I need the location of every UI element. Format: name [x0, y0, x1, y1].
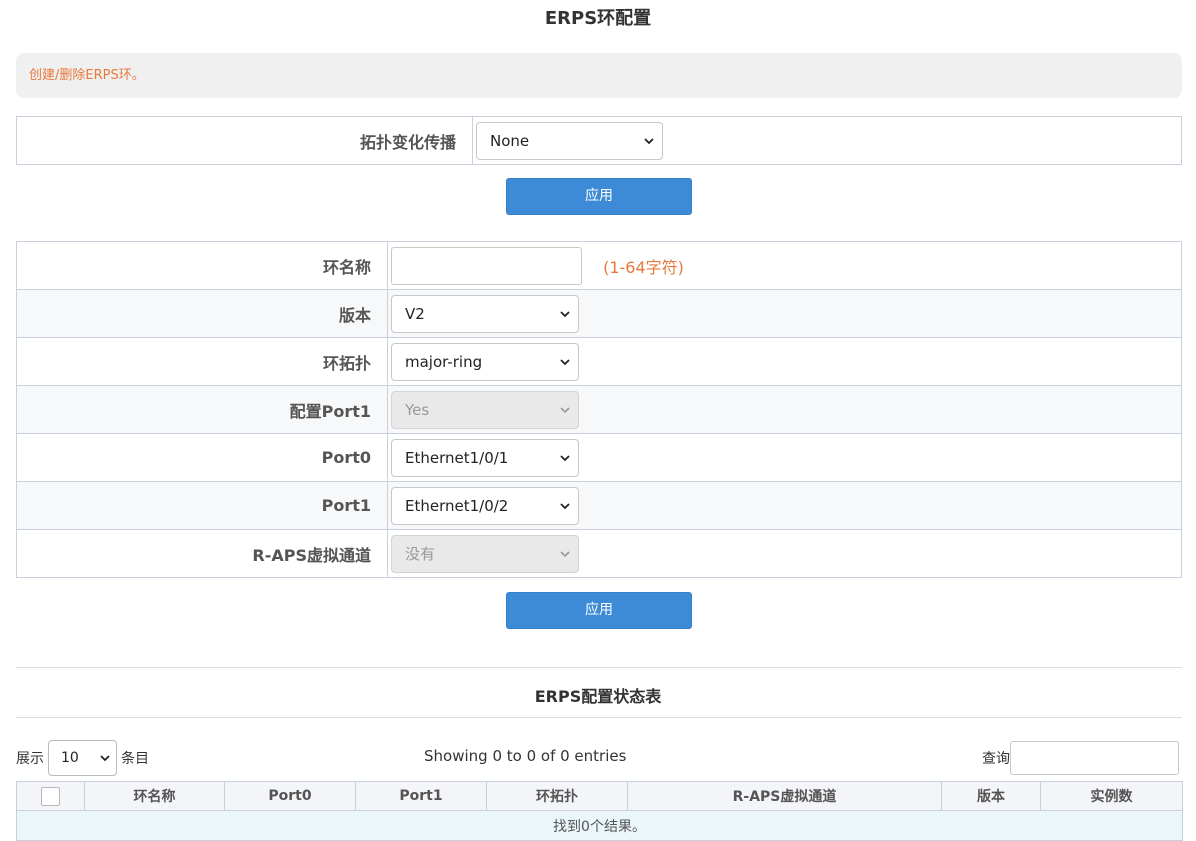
apply-ring-button[interactable]: 应用 [506, 592, 692, 629]
topology-propagation-select[interactable]: None [476, 121, 663, 160]
search-input[interactable] [1010, 741, 1179, 775]
chevron-down-icon [560, 502, 570, 509]
status-table: 环名称 Port0 Port1 环拓扑 R-APS虚拟通道 版本 实例数 找到0… [16, 781, 1183, 841]
search-label: 查询 [982, 751, 1010, 767]
raps-channel-value: 没有 [405, 545, 436, 563]
version-select[interactable]: V2 [391, 294, 579, 333]
status-table-title: ERPS配置状态表 [534, 687, 662, 706]
empty-message: 找到0个结果。 [16, 810, 1183, 841]
chevron-down-icon [560, 406, 570, 413]
topology-propagation-label: 拓扑变化传播 [16, 116, 473, 165]
raps-channel-label: R-APS虚拟通道 [16, 529, 388, 578]
ring-form: 环名称 (1-64字符) 版本 V2 环拓扑 major-ring 配置Port… [16, 241, 1182, 578]
chevron-down-icon [560, 550, 570, 557]
ring-topology-select[interactable]: major-ring [391, 342, 579, 381]
table-info: Showing 0 to 0 of 0 entries [424, 747, 627, 765]
port1-label: Port1 [16, 481, 388, 530]
info-banner: 创建/删除ERPS环。 [16, 53, 1182, 98]
select-all-checkbox[interactable] [41, 786, 60, 806]
apply-topology-button[interactable]: 应用 [506, 178, 692, 215]
chevron-down-icon [560, 454, 570, 461]
port1-select[interactable]: Ethernet1/0/2 [391, 486, 579, 525]
column-header[interactable]: 环名称 [84, 781, 225, 811]
column-header[interactable]: R-APS虚拟通道 [627, 781, 942, 811]
port1-value: Ethernet1/0/2 [405, 496, 509, 515]
topology-form: 拓扑变化传播 None [16, 116, 1182, 165]
length-prefix: 展示 [16, 751, 44, 767]
chevron-down-icon [560, 358, 570, 365]
divider [16, 717, 1182, 718]
length-suffix: 条目 [121, 751, 149, 767]
version-label: 版本 [16, 289, 388, 338]
ring-name-input[interactable] [391, 246, 582, 285]
config-port1-value: Yes [405, 400, 430, 419]
page-length-value: 10 [61, 750, 79, 766]
select-all-header [16, 781, 85, 811]
divider [16, 667, 1182, 668]
search-control: 查询 [982, 741, 1179, 775]
column-header[interactable]: 环拓扑 [486, 781, 628, 811]
page-title: ERPS环配置 [544, 8, 652, 29]
port0-label: Port0 [16, 433, 388, 482]
port0-value: Ethernet1/0/1 [405, 448, 509, 467]
port0-select[interactable]: Ethernet1/0/1 [391, 438, 579, 477]
config-port1-select: Yes [391, 390, 579, 429]
chevron-down-icon [100, 755, 110, 762]
column-header[interactable]: 实例数 [1040, 781, 1183, 811]
ring-topology-value: major-ring [405, 352, 483, 371]
chevron-down-icon [644, 137, 654, 144]
version-value: V2 [405, 304, 425, 323]
page-length-select[interactable]: 10 [48, 740, 117, 776]
topology-propagation-value: None [490, 131, 530, 150]
column-header[interactable]: 版本 [941, 781, 1041, 811]
config-port1-label: 配置Port1 [16, 385, 388, 434]
column-header[interactable]: Port1 [355, 781, 487, 811]
ring-topology-label: 环拓扑 [16, 337, 388, 386]
ring-name-hint: (1-64字符) [603, 257, 684, 277]
page-length-control: 展示 10 条目 [16, 740, 149, 776]
raps-channel-select: 没有 [391, 534, 579, 573]
chevron-down-icon [560, 310, 570, 317]
ring-name-label: 环名称 [16, 241, 388, 290]
column-header[interactable]: Port0 [224, 781, 356, 811]
